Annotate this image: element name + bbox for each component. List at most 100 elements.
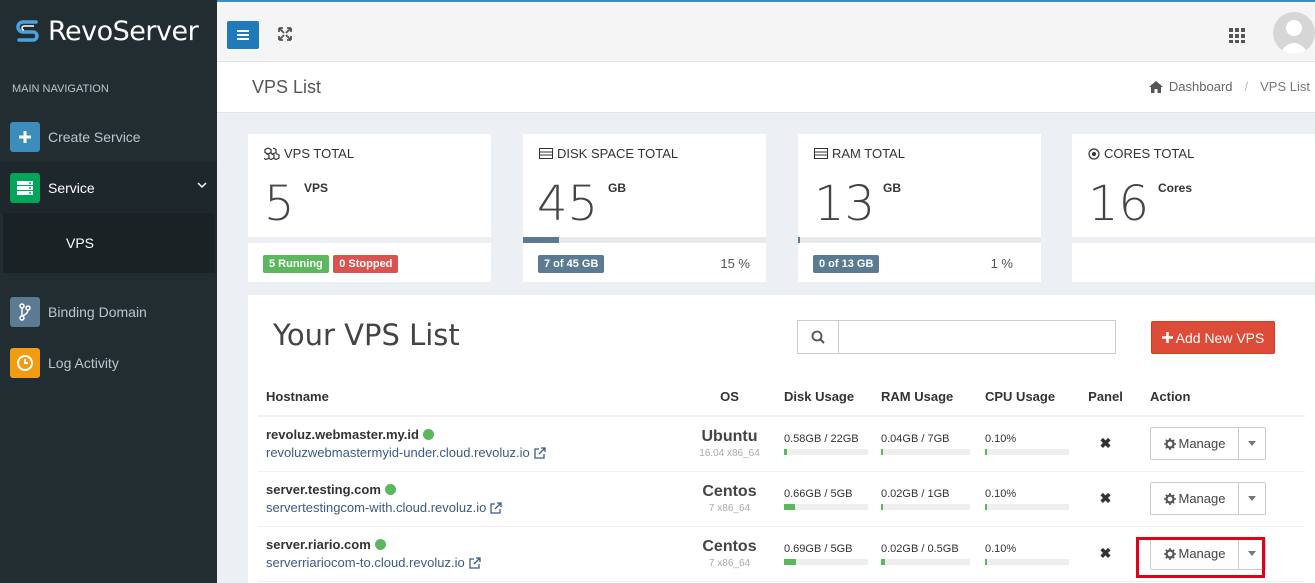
ram-total-value: 13 (814, 176, 876, 232)
table-row: server.riario.com serverriariocom-to.clo… (258, 526, 1305, 582)
sidebar-item-log-activity[interactable]: Log Activity (0, 337, 217, 388)
cores-total-unit: Cores (1158, 181, 1193, 195)
external-link-icon (469, 556, 481, 569)
box-title: CORES TOTAL (1088, 146, 1194, 161)
external-link-icon (490, 501, 503, 514)
manage-dropdown-toggle[interactable] (1239, 427, 1266, 461)
caret-down-icon (1248, 441, 1256, 447)
stopped-badge: 0 Stopped (333, 255, 399, 273)
hostname[interactable]: server.riario.com (266, 537, 678, 552)
vps-total-unit: VPS (304, 181, 329, 195)
hdd-icon (539, 148, 553, 159)
disk-total-value: 45 (537, 176, 599, 232)
caret-down-icon (1248, 496, 1256, 501)
column-header[interactable]: OS (678, 378, 781, 417)
disk-usage-text: 0.66GB / 5GB (784, 487, 853, 500)
box-title: DISK SPACE TOTAL (539, 146, 678, 161)
search-input[interactable] (838, 320, 1116, 354)
disk-usage-text: 0.58GB / 22GB (784, 432, 859, 445)
host-domain-link[interactable]: servertestingcom-with.cloud.revoluz.io (266, 500, 678, 515)
content-header: VPS List Dashboard / VPS List (217, 62, 1315, 113)
manage-button[interactable]: Manage (1150, 537, 1239, 570)
sidebar-item-label: Log Activity (48, 354, 119, 371)
server-icon (10, 172, 40, 203)
manage-button[interactable]: Manage (1150, 482, 1239, 515)
os-version: 7 x86_64 (708, 503, 751, 514)
column-header[interactable]: Action (1138, 378, 1305, 417)
disk-total-unit: GB (608, 181, 626, 195)
disk-usage-text: 0.69GB / 5GB (784, 542, 853, 555)
ram-usage-badge: 0 of 13 GB (813, 255, 880, 273)
submenu-service: VPS (0, 213, 217, 273)
breadcrumb-current: VPS List (1260, 79, 1310, 94)
column-header[interactable]: Panel (1073, 378, 1138, 417)
ram-usage-text: 0.04GB / 7GB (881, 432, 950, 445)
cores-total-box: CORES TOTAL 16 Cores (1072, 134, 1315, 282)
manage-button[interactable]: Manage (1150, 427, 1239, 461)
apps-grid-icon[interactable] (1229, 26, 1247, 44)
brand-name: RevoServer (48, 15, 199, 47)
gear-icon (1163, 547, 1176, 560)
os-version: 7 x86_64 (708, 558, 751, 569)
panel-none-icon: ✖ (1073, 416, 1138, 472)
gear-icon (1163, 437, 1176, 450)
cpu-usage-fill (985, 558, 987, 565)
manage-button-group: Manage (1150, 482, 1266, 515)
status-online-icon (422, 429, 434, 441)
brand-logo[interactable]: RevoServer (0, 0, 217, 62)
column-header[interactable]: CPU Usage (985, 378, 1073, 417)
cpu-usage-bar (985, 558, 1069, 565)
column-header[interactable]: Disk Usage (781, 378, 881, 417)
clock-icon (10, 347, 40, 378)
add-new-vps-button[interactable]: Add New VPS (1151, 321, 1275, 354)
box-title: RAM TOTAL (814, 146, 905, 161)
manage-button-group: Manage (1150, 427, 1266, 461)
manage-dropdown-toggle[interactable] (1239, 482, 1266, 515)
disk-usage-fill (784, 503, 795, 510)
running-badge: 5 Running (263, 255, 329, 273)
cpu-usage-fill (985, 503, 987, 510)
host-domain-link[interactable]: revoluzwebmastermyid-under.cloud.revoluz… (266, 445, 678, 460)
sidebar-item-create-service[interactable]: Create Service (0, 111, 217, 162)
status-online-icon (384, 484, 396, 495)
box-divider (1072, 237, 1315, 243)
ram-usage-bar (881, 448, 970, 455)
search-group (797, 320, 1116, 354)
disk-usage-bar (784, 503, 868, 510)
gear-icon (1163, 492, 1176, 505)
breadcrumb-separator: / (1244, 79, 1249, 94)
column-header[interactable]: Hostname (258, 378, 678, 417)
sidebar-subitem-vps[interactable]: VPS (0, 213, 214, 273)
breadcrumb-dashboard-link[interactable]: Dashboard (1169, 79, 1233, 94)
table-header-row: Hostname OS Disk Usage RAM Usage CPU Usa… (258, 378, 1305, 417)
disk-usage-badge: 7 of 45 GB (538, 255, 605, 273)
hamburger-icon (237, 30, 249, 40)
user-avatar[interactable] (1273, 12, 1315, 54)
manage-button-group: Manage (1150, 537, 1266, 570)
status-online-icon (374, 539, 386, 550)
sidebar-item-binding-domain[interactable]: Binding Domain (0, 286, 217, 337)
panel-none-icon: ✖ (1073, 526, 1138, 582)
ram-total-unit: GB (883, 181, 901, 195)
os-version: 16.04 x86_64 (699, 448, 760, 460)
hostname[interactable]: revoluz.webmaster.my.id (266, 427, 678, 442)
search-icon[interactable] (797, 320, 838, 354)
cores-total-value: 16 (1088, 176, 1150, 232)
sidebar-item-service[interactable]: Service (0, 162, 217, 213)
sidebar-toggle-button[interactable] (227, 21, 259, 49)
table-row: revoluz.webmaster.my.id revoluzwebmaster… (258, 416, 1305, 472)
disk-usage-fill (784, 448, 787, 455)
fullscreen-icon[interactable] (275, 24, 295, 44)
cubes-icon (264, 147, 280, 160)
column-header[interactable]: RAM Usage (881, 378, 985, 417)
os-name: Centos (702, 538, 757, 555)
vps-list-title: Your VPS List (273, 318, 460, 352)
host-domain-link[interactable]: serverriariocom-to.cloud.revoluz.io (266, 555, 678, 570)
manage-dropdown-toggle[interactable] (1239, 537, 1266, 570)
hostname[interactable]: server.testing.com (266, 482, 678, 497)
ram-usage-bar (881, 503, 970, 510)
box-footer: 5 Running 0 Stopped (248, 243, 491, 282)
box-footer: 7 of 45 GB 15 % (523, 243, 766, 282)
plus-icon (10, 121, 40, 152)
chevron-down-icon (197, 182, 207, 189)
